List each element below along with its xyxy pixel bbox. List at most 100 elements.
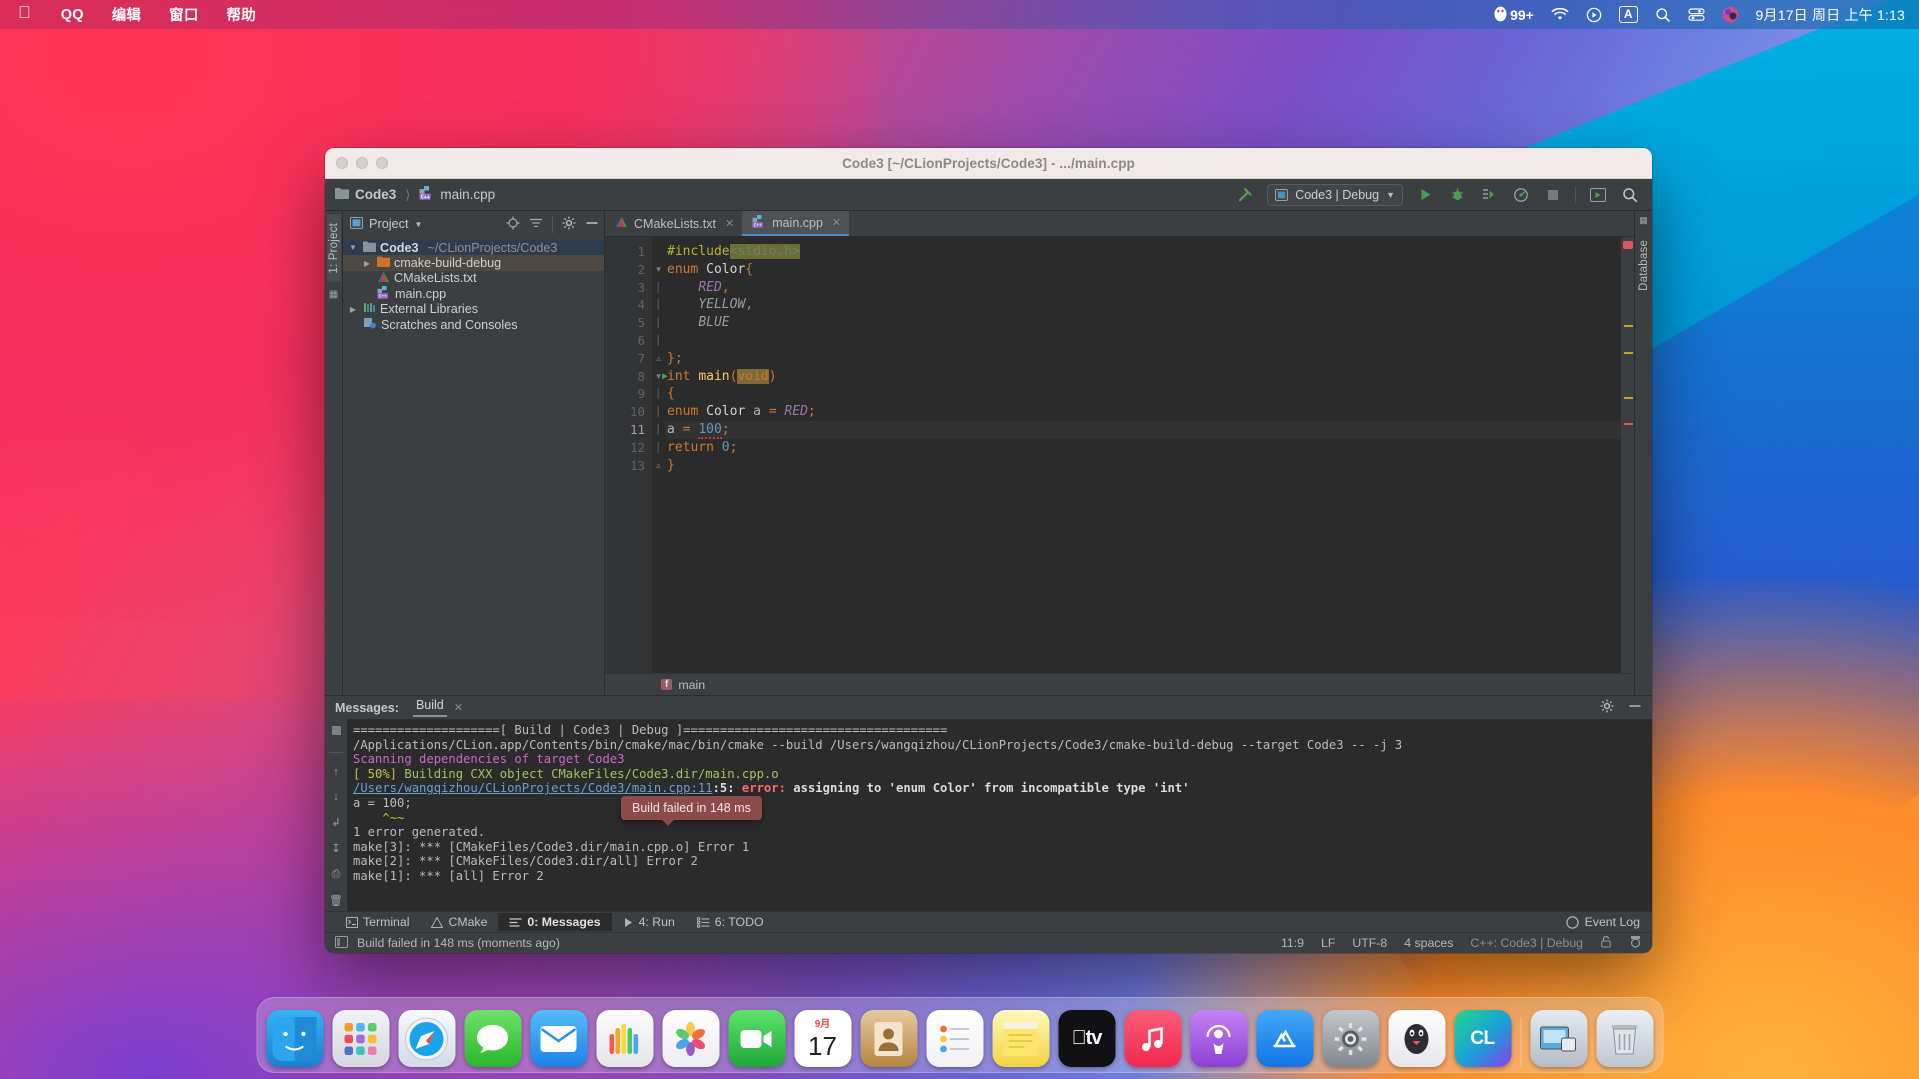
dock-item-system-preferences[interactable]: [1322, 1010, 1379, 1067]
editor-tab-main-cpp[interactable]: C++ main.cpp ✕: [742, 211, 850, 236]
debug-button[interactable]: [1447, 185, 1467, 205]
tree-arrow-collapsed-icon[interactable]: ▶: [347, 305, 359, 314]
breadcrumb-file[interactable]: main.cpp: [440, 187, 495, 202]
menu-item-window[interactable]: 窗口: [155, 2, 212, 27]
run-button[interactable]: [1415, 185, 1435, 205]
next-occurrence-icon[interactable]: ↓: [333, 791, 339, 803]
fold-end[interactable]: ▵: [652, 457, 665, 475]
dock-item-qq[interactable]: [1388, 1010, 1445, 1067]
menubar-clock[interactable]: 9月17日 周日 上午 1:13: [1756, 5, 1905, 25]
sidebar-tab-database[interactable]: Database: [1637, 232, 1651, 299]
profile-button[interactable]: [1511, 185, 1531, 205]
indent-setting[interactable]: 4 spaces: [1404, 936, 1453, 950]
menu-item-edit[interactable]: 编辑: [98, 2, 155, 27]
dock-item-calendar[interactable]: 9月 17: [794, 1010, 851, 1067]
prev-occurrence-icon[interactable]: ↑: [333, 766, 339, 778]
menu-item-app[interactable]: QQ: [47, 5, 98, 25]
dock-item-photos[interactable]: [662, 1010, 719, 1067]
run-configuration-selector[interactable]: Code3 | Debug ▼: [1267, 183, 1403, 206]
editor-tab-cmakelists[interactable]: CMakeLists.txt ✕: [605, 211, 742, 236]
project-context[interactable]: C++: Code3 | Debug: [1470, 936, 1583, 950]
dock-item-photos-rainbow[interactable]: [596, 1010, 653, 1067]
build-hammer-icon[interactable]: [1235, 185, 1255, 205]
tool-tab-todo[interactable]: 6: TODO: [686, 913, 775, 931]
dock-item-screenshot[interactable]: [1530, 1010, 1587, 1067]
error-stripe-gutter[interactable]: [1621, 237, 1634, 673]
control-center-play-icon[interactable]: [1586, 7, 1602, 23]
dock-item-podcasts[interactable]: [1190, 1010, 1247, 1067]
build-output-console[interactable]: ====================[ Build | Code3 | De…: [347, 719, 1652, 911]
user-avatar-icon[interactable]: [1722, 6, 1739, 23]
fold-marker[interactable]: ▾: [652, 261, 665, 279]
dock-item-messages[interactable]: [464, 1010, 521, 1067]
tree-item-root[interactable]: ▼ Code3 ~/CLionProjects/Code3: [343, 240, 604, 256]
dock-item-music[interactable]: [1124, 1010, 1181, 1067]
breadcrumb-project[interactable]: Code3: [355, 187, 396, 202]
scroll-to-end-icon[interactable]: ↧: [331, 842, 340, 855]
project-panel-title[interactable]: Project: [369, 217, 409, 231]
code-folding-column[interactable]: ▾ │ │ │ │ ▵ ▾ │ │ │ │ ▵: [652, 237, 665, 673]
close-icon[interactable]: ✕: [725, 217, 734, 230]
tool-tab-terminal[interactable]: Terminal: [335, 913, 420, 931]
toggle-toolwindows-icon[interactable]: [335, 935, 348, 951]
line-separator[interactable]: LF: [1321, 936, 1335, 950]
warning-stripe[interactable]: [1624, 325, 1633, 327]
database-grid-icon[interactable]: ▦: [1639, 215, 1648, 226]
error-count-badge[interactable]: [1623, 241, 1633, 249]
tree-item-external-libraries[interactable]: ▶ External Libraries: [343, 302, 604, 317]
print-icon[interactable]: ⎙: [332, 868, 341, 881]
search-icon[interactable]: [1655, 7, 1671, 23]
locate-file-icon[interactable]: [506, 216, 520, 233]
tool-tab-cmake[interactable]: CMake: [420, 913, 498, 931]
fold-end[interactable]: ▵: [652, 350, 665, 368]
event-log-button[interactable]: Event Log: [1565, 915, 1652, 929]
dock-item-reminders[interactable]: [926, 1010, 983, 1067]
error-file-link[interactable]: /Users/wangqizhou/CLionProjects/Code3/ma…: [353, 781, 713, 795]
dock-item-contacts[interactable]: [860, 1010, 917, 1067]
menu-item-help[interactable]: 帮助: [213, 2, 270, 27]
hide-panel-icon[interactable]: [585, 216, 599, 233]
tool-tab-messages[interactable]: 0: Messages: [498, 913, 612, 931]
code-editor[interactable]: 1 2 3 4 5 6 7 ▶ 8 9 10 11 12 13 ▾ │ │ │ …: [605, 237, 1634, 673]
dock-item-notes[interactable]: [992, 1010, 1049, 1067]
file-encoding[interactable]: UTF-8: [1352, 936, 1387, 950]
update-project-icon[interactable]: [1588, 185, 1608, 205]
stop-icon[interactable]: [331, 725, 342, 739]
chevron-down-icon[interactable]: ▼: [415, 220, 423, 229]
tree-arrow-expanded-icon[interactable]: ▼: [347, 243, 359, 252]
console-line-error[interactable]: /Users/wangqizhou/CLionProjects/Code3/ma…: [350, 781, 1652, 796]
collapse-all-icon[interactable]: [529, 216, 543, 233]
input-source-icon[interactable]: A: [1618, 6, 1638, 23]
stop-button[interactable]: [1543, 185, 1563, 205]
error-stripe[interactable]: [1624, 423, 1633, 425]
dock-item-appstore[interactable]: [1256, 1010, 1313, 1067]
hide-panel-icon[interactable]: [1628, 699, 1642, 716]
warning-stripe[interactable]: [1624, 397, 1633, 399]
search-everywhere-icon[interactable]: [1620, 185, 1640, 205]
attach-debugger-button[interactable]: [1479, 185, 1499, 205]
close-icon[interactable]: ✕: [454, 701, 463, 714]
gear-icon[interactable]: [1600, 699, 1614, 716]
sidebar-tab-project[interactable]: 1: Project: [326, 215, 341, 282]
breadcrumb-function-label[interactable]: main: [678, 678, 705, 692]
tree-arrow-collapsed-icon[interactable]: ▶: [361, 259, 373, 268]
soft-wrap-icon[interactable]: ↲: [331, 816, 340, 829]
dock-item-facetime[interactable]: [728, 1010, 785, 1067]
warning-stripe[interactable]: [1624, 352, 1633, 354]
sentry-mascot-icon[interactable]: [1629, 935, 1642, 951]
qq-status-icon[interactable]: 99+: [1493, 6, 1534, 23]
project-tree[interactable]: ▼ Code3 ~/CLionProjects/Code3 ▶ cmake-bu…: [343, 237, 604, 695]
control-center-icon[interactable]: [1687, 7, 1705, 22]
dock-item-launchpad[interactable]: [332, 1010, 389, 1067]
dock-item-mail[interactable]: [530, 1010, 587, 1067]
dock-item-appletv[interactable]: tv: [1058, 1010, 1115, 1067]
gear-icon[interactable]: [562, 216, 576, 233]
caret-position[interactable]: 11:9: [1281, 936, 1304, 950]
tree-item-cmake-build-debug[interactable]: ▶ cmake-build-debug: [343, 255, 604, 271]
delete-icon[interactable]: 🗑: [329, 894, 343, 907]
dock-item-finder[interactable]: [266, 1010, 323, 1067]
wifi-icon[interactable]: [1551, 8, 1569, 21]
project-structure-icon[interactable]: ▦: [329, 289, 338, 300]
tool-tab-run[interactable]: 4: Run: [612, 913, 686, 931]
dock-item-clion[interactable]: CL: [1454, 1010, 1511, 1067]
